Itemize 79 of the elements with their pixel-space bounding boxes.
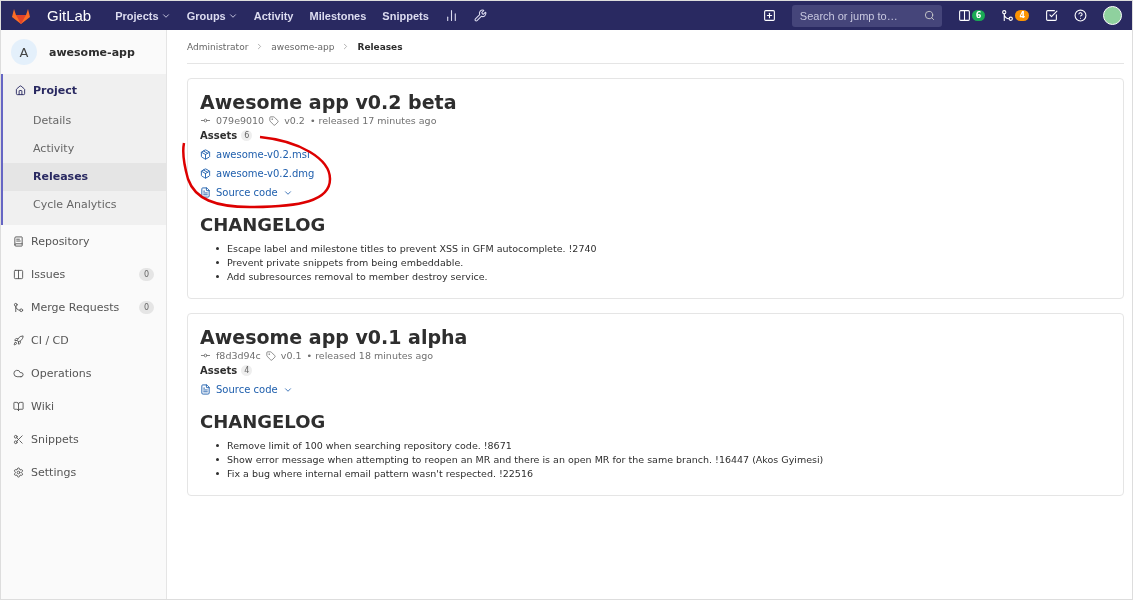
- breadcrumb-link[interactable]: Administrator: [187, 41, 249, 52]
- sidebar-item[interactable]: Wiki: [1, 390, 166, 423]
- assets-label: Assets: [200, 365, 238, 376]
- sidebar-icon: [13, 467, 24, 478]
- bullet-icon: [216, 275, 219, 278]
- nav-link[interactable]: Projects: [115, 9, 171, 22]
- bullet-icon: [216, 247, 219, 250]
- asset-icon: [200, 187, 211, 198]
- bullet-icon: [216, 444, 219, 447]
- todo-icon[interactable]: [1045, 9, 1058, 22]
- nav-link[interactable]: Snippets: [382, 9, 429, 22]
- nav-link[interactable]: Activity: [253, 9, 294, 22]
- asset-icon: [200, 168, 211, 179]
- tag-name: v0.2: [284, 115, 305, 126]
- changelog-item: Prevent private snippets from being embeddable.: [227, 257, 464, 268]
- sidebar-subitem[interactable]: Cycle Analytics: [3, 191, 166, 219]
- asset-link[interactable]: awesome-v0.2.msi: [200, 149, 310, 160]
- asset-icon: [200, 149, 211, 160]
- search-field[interactable]: Search or jump to…: [791, 4, 942, 27]
- changelog-item: Remove limit of 100 when searching repository code. !8671: [227, 440, 512, 451]
- brand-name: GitLab: [47, 7, 92, 24]
- project-avatar: A: [11, 39, 37, 65]
- sidebar-item[interactable]: Issues 0: [1, 258, 166, 291]
- sidebar-item[interactable]: CI / CD: [1, 324, 166, 357]
- sidebar-icon: [13, 335, 24, 346]
- sidebar-subitem[interactable]: Releases: [3, 163, 166, 191]
- breadcrumb-link[interactable]: awesome-app: [271, 41, 335, 52]
- release-time: • released 18 minutes ago: [306, 350, 434, 361]
- changelog-item: Fix a bug where internal email pattern wasn't respected. !22516: [227, 468, 533, 479]
- bullet-icon: [216, 261, 219, 264]
- commit-icon: [200, 350, 211, 361]
- sidebar-icon: [13, 368, 24, 379]
- asset-link[interactable]: awesome-v0.2.dmg: [200, 168, 315, 179]
- sidebar-icon: [13, 302, 24, 313]
- changelog-item: Escape label and milestone titles to prevent XSS in GFM autocomplete. !2740: [227, 243, 597, 254]
- sidebar-subitem[interactable]: Activity: [3, 135, 166, 163]
- sidebar-icon: [13, 401, 24, 412]
- project-name: awesome-app: [49, 45, 135, 59]
- commit-hash: f8d3d94c: [216, 350, 261, 361]
- user-avatar[interactable]: [1103, 6, 1122, 25]
- sidebar-icon: [13, 236, 24, 247]
- assets-count: 4: [241, 365, 253, 376]
- asset-icon: [200, 384, 211, 395]
- release-time: • released 17 minutes ago: [309, 115, 437, 126]
- assets-count: 6: [241, 130, 253, 141]
- tag-icon: [265, 350, 276, 361]
- tag-icon: [269, 115, 280, 126]
- sidebar-item[interactable]: Merge Requests 0: [1, 291, 166, 324]
- bullet-icon: [216, 458, 219, 461]
- sidebar-icon: [15, 85, 26, 96]
- wrench-icon[interactable]: [473, 9, 487, 22]
- sidebar-item[interactable]: Settings: [1, 456, 166, 489]
- sidebar-item[interactable]: Snippets: [1, 423, 166, 456]
- nav-link[interactable]: Groups: [186, 9, 238, 22]
- search-icon: [923, 9, 935, 21]
- sidebar-item[interactable]: Repository: [1, 225, 166, 258]
- tag-name: v0.1: [280, 350, 302, 361]
- changelog-heading: CHANGELOG: [200, 411, 327, 432]
- commit-icon: [200, 115, 211, 126]
- release-title: Awesome app v0.1 alpha: [200, 326, 469, 348]
- nav-link[interactable]: Milestones: [309, 9, 367, 22]
- chart-icon[interactable]: [444, 9, 458, 22]
- breadcrumb-link[interactable]: Releases: [357, 41, 403, 52]
- changelog-item: Add subresources removal to member destroy service.: [227, 271, 488, 282]
- sidebar-subitem[interactable]: Details: [3, 107, 166, 135]
- sidebar-item[interactable]: Operations: [1, 357, 166, 390]
- changelog-item: Show error message when attempting to reopen an MR and there is an open MR for the same branch. !16447 (Akos Gyimesi): [227, 454, 824, 465]
- release-title: Awesome app v0.2 beta: [200, 91, 458, 113]
- changelog-heading: CHANGELOG: [200, 214, 327, 235]
- sidebar-item[interactable]: Project: [3, 74, 166, 107]
- sidebar-icon: [13, 269, 24, 280]
- sidebar-icon: [13, 434, 24, 445]
- commit-hash: 079e9010: [216, 115, 265, 126]
- bullet-icon: [216, 472, 219, 475]
- help-icon[interactable]: [1074, 9, 1087, 22]
- assets-label: Assets: [200, 130, 238, 141]
- new-item-icon[interactable]: [762, 9, 776, 22]
- asset-link[interactable]: Source code: [200, 187, 293, 198]
- asset-link[interactable]: Source code: [200, 384, 293, 395]
